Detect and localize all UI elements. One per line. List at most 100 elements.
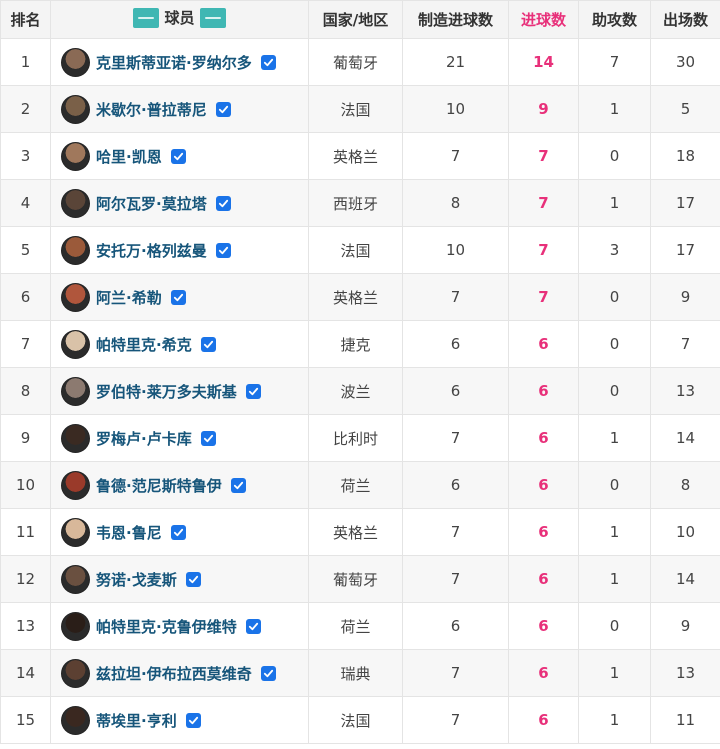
created-cell: 7 — [402, 555, 509, 603]
player-avatar — [61, 376, 90, 406]
table-row: 14 兹拉坦·伊布拉西莫维奇 瑞典 7 6 1 13 — [0, 649, 720, 697]
created-cell: 7 — [402, 508, 509, 556]
header-country[interactable]: 国家/地区 — [308, 0, 403, 39]
table-row: 9 罗梅卢·卢卡库 比利时 7 6 1 14 — [0, 414, 720, 462]
verified-check-icon — [170, 289, 186, 305]
apps-cell: 10 — [650, 508, 720, 556]
created-cell: 7 — [402, 414, 509, 462]
header-created[interactable]: 制造进球数 — [402, 0, 509, 39]
player-name-link[interactable]: 韦恩·鲁尼 — [96, 522, 162, 543]
player-name-link[interactable]: 蒂埃里·亨利 — [96, 710, 177, 731]
player-cell: 阿兰·希勒 — [50, 273, 309, 321]
verified-check-icon — [200, 430, 216, 446]
assists-cell: 1 — [578, 508, 651, 556]
goals-cell: 6 — [508, 696, 579, 744]
player-cell: 罗梅卢·卢卡库 — [50, 414, 309, 462]
player-avatar — [61, 235, 90, 265]
assists-cell: 1 — [578, 179, 651, 227]
player-name-link[interactable]: 克里斯蒂亚诺·罗纳尔多 — [96, 52, 252, 73]
verified-check-icon — [230, 477, 246, 493]
assists-cell: 1 — [578, 414, 651, 462]
header-player[interactable]: 球员 — [50, 0, 309, 39]
verified-check-icon — [245, 618, 261, 634]
country-cell: 英格兰 — [308, 508, 403, 556]
table-row: 13 帕特里克·克鲁伊维特 荷兰 6 6 0 9 — [0, 602, 720, 650]
league-logo-icon — [199, 7, 226, 28]
player-name-link[interactable]: 帕特里克·克鲁伊维特 — [96, 616, 237, 637]
assists-cell: 0 — [578, 320, 651, 368]
goals-cell: 6 — [508, 367, 579, 415]
apps-cell: 11 — [650, 696, 720, 744]
created-cell: 6 — [402, 367, 509, 415]
country-cell: 荷兰 — [308, 602, 403, 650]
apps-cell: 14 — [650, 414, 720, 462]
player-avatar — [61, 658, 90, 688]
table-row: 8 罗伯特·莱万多夫斯基 波兰 6 6 0 13 — [0, 367, 720, 415]
apps-cell: 5 — [650, 85, 720, 133]
country-cell: 比利时 — [308, 414, 403, 462]
apps-cell: 18 — [650, 132, 720, 180]
created-cell: 10 — [402, 226, 509, 274]
player-name-link[interactable]: 安托万·格列兹曼 — [96, 240, 207, 261]
goals-cell: 7 — [508, 132, 579, 180]
player-cell: 帕特里克·克鲁伊维特 — [50, 602, 309, 650]
player-avatar — [61, 329, 90, 359]
verified-check-icon — [200, 336, 216, 352]
header-rank[interactable]: 排名 — [0, 0, 51, 39]
goals-cell: 14 — [508, 38, 579, 86]
player-name-link[interactable]: 阿尔瓦罗·莫拉塔 — [96, 193, 207, 214]
player-name-link[interactable]: 哈里·凯恩 — [96, 146, 162, 167]
country-cell: 葡萄牙 — [308, 555, 403, 603]
goals-cell: 6 — [508, 508, 579, 556]
apps-cell: 13 — [650, 649, 720, 697]
table-row: 4 阿尔瓦罗·莫拉塔 西班牙 8 7 1 17 — [0, 179, 720, 227]
table-row: 5 安托万·格列兹曼 法国 10 7 3 17 — [0, 226, 720, 274]
rank-cell: 6 — [0, 273, 51, 321]
player-name-link[interactable]: 努诺·戈麦斯 — [96, 569, 177, 590]
created-cell: 10 — [402, 85, 509, 133]
player-cell: 阿尔瓦罗·莫拉塔 — [50, 179, 309, 227]
apps-cell: 30 — [650, 38, 720, 86]
created-cell: 6 — [402, 461, 509, 509]
player-cell: 帕特里克·希克 — [50, 320, 309, 368]
league-logo-icon — [133, 7, 160, 28]
player-name-link[interactable]: 兹拉坦·伊布拉西莫维奇 — [96, 663, 252, 684]
player-cell: 克里斯蒂亚诺·罗纳尔多 — [50, 38, 309, 86]
rank-cell: 5 — [0, 226, 51, 274]
verified-check-icon — [215, 101, 231, 117]
player-avatar — [61, 188, 90, 218]
verified-check-icon — [170, 524, 186, 540]
goals-cell: 6 — [508, 649, 579, 697]
player-avatar — [61, 517, 90, 547]
country-cell: 葡萄牙 — [308, 38, 403, 86]
rank-cell: 15 — [0, 696, 51, 744]
created-cell: 8 — [402, 179, 509, 227]
player-name-link[interactable]: 罗梅卢·卢卡库 — [96, 428, 192, 449]
table-row: 15 蒂埃里·亨利 法国 7 6 1 11 — [0, 696, 720, 744]
rank-cell: 11 — [0, 508, 51, 556]
player-cell: 哈里·凯恩 — [50, 132, 309, 180]
apps-cell: 14 — [650, 555, 720, 603]
player-avatar — [61, 282, 90, 312]
table-row: 10 鲁德·范尼斯特鲁伊 荷兰 6 6 0 8 — [0, 461, 720, 509]
header-goals[interactable]: 进球数 — [508, 0, 579, 39]
header-apps[interactable]: 出场数 — [650, 0, 720, 39]
player-name-link[interactable]: 米歇尔·普拉蒂尼 — [96, 99, 207, 120]
header-assists[interactable]: 助攻数 — [578, 0, 651, 39]
apps-cell: 9 — [650, 602, 720, 650]
player-name-link[interactable]: 帕特里克·希克 — [96, 334, 192, 355]
goals-cell: 7 — [508, 179, 579, 227]
player-avatar — [61, 94, 90, 124]
player-name-link[interactable]: 鲁德·范尼斯特鲁伊 — [96, 475, 222, 496]
verified-check-icon — [260, 665, 276, 681]
rank-cell: 1 — [0, 38, 51, 86]
rank-cell: 4 — [0, 179, 51, 227]
table-row: 12 努诺·戈麦斯 葡萄牙 7 6 1 14 — [0, 555, 720, 603]
assists-cell: 0 — [578, 273, 651, 321]
rank-cell: 2 — [0, 85, 51, 133]
player-name-link[interactable]: 阿兰·希勒 — [96, 287, 162, 308]
country-cell: 捷克 — [308, 320, 403, 368]
player-name-link[interactable]: 罗伯特·莱万多夫斯基 — [96, 381, 237, 402]
apps-cell: 17 — [650, 179, 720, 227]
created-cell: 6 — [402, 602, 509, 650]
